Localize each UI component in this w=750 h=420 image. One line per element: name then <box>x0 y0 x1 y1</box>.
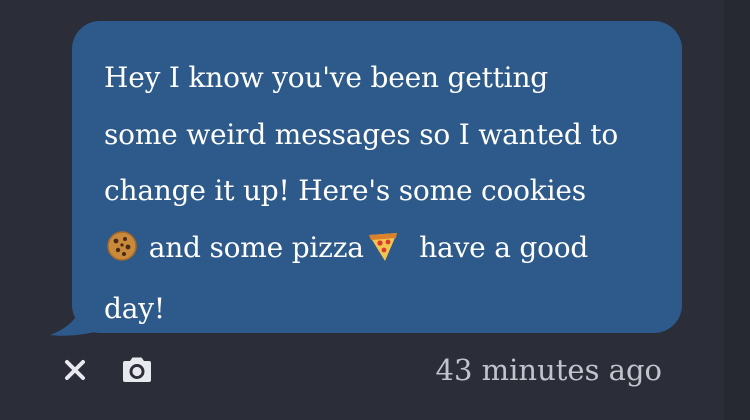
message-line-1: Hey I know you've been getting <box>104 61 548 94</box>
scrollbar-track[interactable] <box>724 0 750 420</box>
message-bubble-container: Hey I know you've been getting some weir… <box>46 21 686 337</box>
message-timestamp: 43 minutes ago <box>435 353 662 387</box>
message-bubble[interactable]: Hey I know you've been getting some weir… <box>72 21 682 333</box>
camera-icon[interactable] <box>120 353 154 387</box>
message-line-5: day! <box>104 292 165 325</box>
close-icon[interactable] <box>58 353 92 387</box>
message-actions <box>58 352 154 388</box>
pizza-emoji <box>366 225 400 282</box>
message-text: Hey I know you've been getting some weir… <box>104 50 654 338</box>
message-line-3: change it up! Here's some cookies <box>104 174 586 207</box>
cookie-emoji <box>106 225 138 282</box>
message-line-4a: and some pizza <box>148 230 364 264</box>
message-line-2: some weird messages so I wanted to <box>104 117 619 151</box>
message-line-4b: have a good <box>419 230 589 264</box>
